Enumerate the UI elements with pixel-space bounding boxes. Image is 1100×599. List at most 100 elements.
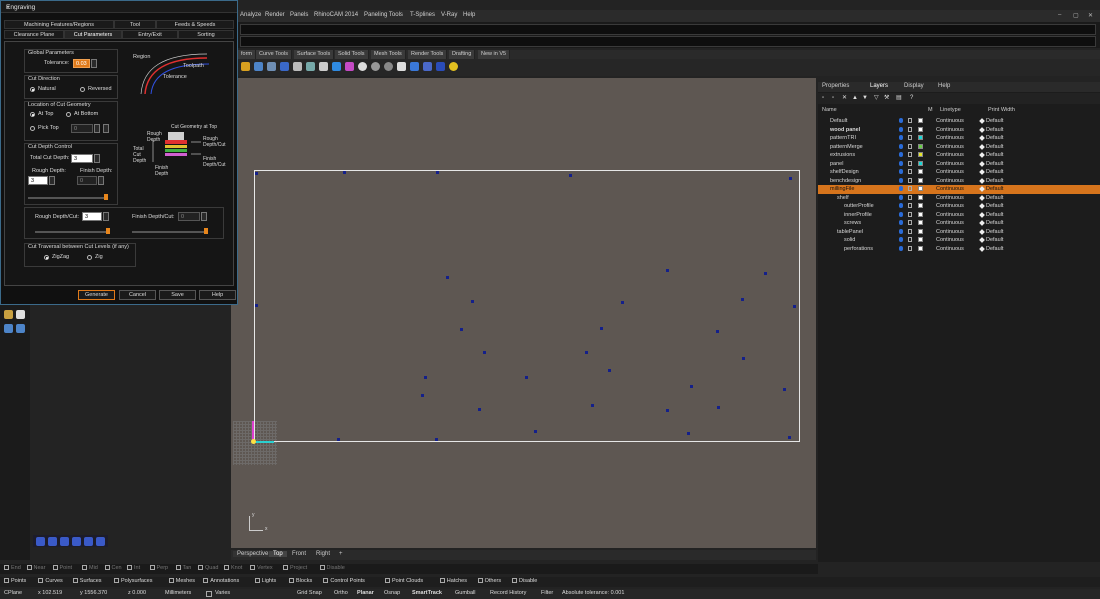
lock-icon[interactable] [908, 203, 912, 208]
lock-icon[interactable] [908, 177, 912, 183]
move-up-icon[interactable]: ▲ [852, 95, 858, 101]
layer-name[interactable]: panel [830, 161, 843, 167]
checkbox[interactable] [283, 565, 288, 570]
layer-color-swatch[interactable] [918, 194, 923, 200]
checkbox[interactable] [4, 578, 9, 583]
lock-icon[interactable] [908, 237, 912, 242]
menu-tsplines[interactable]: T-Splines [410, 12, 435, 18]
menu-rhinocam[interactable]: RhinoCAM 2014 [314, 12, 358, 18]
rough-depth-spinner[interactable] [49, 176, 55, 185]
bulb-icon[interactable] [899, 211, 903, 217]
layer-linetype[interactable]: Continuous [936, 178, 964, 184]
bulb-icon[interactable] [899, 135, 903, 140]
fill-icon[interactable] [16, 324, 25, 333]
osnap-toggle[interactable]: Osnap [384, 590, 400, 596]
lock-icon[interactable] [908, 160, 912, 166]
gumball-toggle[interactable]: Gumball [455, 590, 475, 596]
pick-top-input[interactable]: 0 [71, 124, 93, 133]
command-input[interactable] [240, 36, 1096, 47]
copy-icon[interactable] [267, 62, 276, 71]
smarttrack-toggle[interactable]: SmartTrack [412, 590, 442, 596]
rough-cut-input[interactable]: 3 [82, 212, 102, 221]
checkbox[interactable] [203, 578, 209, 583]
filter-point-clouds[interactable]: Point Clouds [385, 578, 423, 584]
layer-row[interactable]: millingFile Continuous Default [818, 185, 1100, 194]
layer-tool-icon[interactable] [96, 537, 105, 546]
current-layer[interactable]: Varies [215, 590, 230, 596]
layer-color-swatch[interactable] [918, 237, 923, 242]
layer-linetype[interactable]: Continuous [936, 161, 964, 167]
filter-disable[interactable]: Disable [512, 578, 537, 584]
bulb-icon[interactable] [899, 126, 903, 132]
layer-row[interactable]: solid Continuous Default [818, 236, 1100, 245]
point[interactable] [742, 357, 745, 360]
point[interactable] [525, 376, 528, 379]
layer-linetype[interactable]: Continuous [936, 212, 964, 218]
finish-cut-input[interactable]: 0 [178, 212, 200, 221]
checkbox[interactable] [114, 578, 119, 583]
layer-color-swatch[interactable] [918, 186, 923, 191]
close-icon[interactable]: ✕ [1088, 12, 1093, 19]
bulb-icon[interactable] [899, 177, 903, 183]
tab-clearance-plane[interactable]: Clearance Plane [4, 30, 64, 39]
point[interactable] [716, 330, 719, 333]
layer-print-width[interactable]: Default [986, 186, 1003, 192]
menu-render[interactable]: Render [265, 12, 285, 18]
menu-vray[interactable]: V-Ray [441, 12, 457, 18]
layer-tool-icon[interactable] [48, 537, 57, 546]
point[interactable] [741, 298, 744, 301]
point[interactable] [436, 171, 439, 174]
grid-snap-toggle[interactable]: Grid Snap [297, 590, 322, 596]
layer-row[interactable]: extrusions Continuous Default [818, 151, 1100, 160]
layer-print-width[interactable]: Default [986, 135, 1003, 141]
layer-name[interactable]: millingFile [830, 186, 854, 192]
point[interactable] [600, 327, 603, 330]
layer-color-swatch[interactable] [918, 203, 923, 208]
checkbox[interactable] [4, 565, 9, 570]
options-icon[interactable]: ▤ [896, 95, 902, 101]
filter-points[interactable]: Points [4, 578, 26, 584]
checkbox[interactable] [289, 578, 294, 583]
tab-solid-tools[interactable]: Solid Tools [335, 50, 369, 59]
layer-name[interactable]: shelf [837, 195, 849, 201]
board-outline[interactable] [254, 170, 800, 442]
bulb-icon[interactable] [899, 169, 903, 174]
layer-tool-icon[interactable] [72, 537, 81, 546]
layer-linetype[interactable]: Continuous [936, 246, 964, 252]
checkbox[interactable] [168, 578, 174, 583]
layer-print-width[interactable]: Default [986, 246, 1003, 252]
tab-top[interactable]: Top [269, 551, 287, 557]
tab-entry-exit[interactable]: Entry/Exit [122, 30, 178, 39]
filter-polysurfaces[interactable]: Polysurfaces [114, 578, 153, 584]
generate-button[interactable]: Generate [78, 290, 115, 300]
layer-name[interactable]: outterProfile [844, 203, 874, 209]
add-viewport-icon[interactable]: + [335, 551, 347, 557]
properties-icon[interactable] [423, 62, 432, 71]
filter-icon[interactable]: ▽ [874, 95, 880, 101]
gumball-center[interactable] [251, 439, 256, 444]
layer-linetype[interactable]: Continuous [936, 169, 964, 175]
checkbox[interactable] [385, 578, 390, 583]
shaded-sphere-icon[interactable] [371, 62, 380, 71]
layer-tool-icon[interactable] [36, 537, 45, 546]
bulb-icon[interactable] [899, 245, 903, 251]
osnap-mid[interactable]: Mid [82, 565, 98, 571]
units-label[interactable]: Millimeters [165, 590, 191, 596]
tab-new-in-v5[interactable]: New in V5 [478, 50, 511, 59]
layer-print-width[interactable]: Default [986, 152, 1003, 158]
lock-icon[interactable] [908, 245, 912, 251]
total-depth-input[interactable]: 3 [71, 154, 93, 163]
layer-linetype[interactable]: Continuous [936, 186, 964, 192]
layer-name[interactable]: tablePanel [837, 229, 863, 235]
tab-help[interactable]: Help [938, 83, 950, 89]
lock-icon[interactable] [908, 228, 912, 234]
bulb-icon[interactable] [899, 143, 903, 149]
paint-icon[interactable] [4, 324, 13, 333]
point[interactable] [690, 385, 693, 388]
layer-tool-icon[interactable] [60, 537, 69, 546]
osnap-disable[interactable]: Disable [319, 565, 345, 571]
layer-linetype[interactable]: Continuous [936, 229, 964, 235]
checkbox[interactable] [319, 565, 325, 570]
osnap-project[interactable]: Project [283, 565, 307, 571]
layer-print-width[interactable]: Default [986, 144, 1003, 150]
